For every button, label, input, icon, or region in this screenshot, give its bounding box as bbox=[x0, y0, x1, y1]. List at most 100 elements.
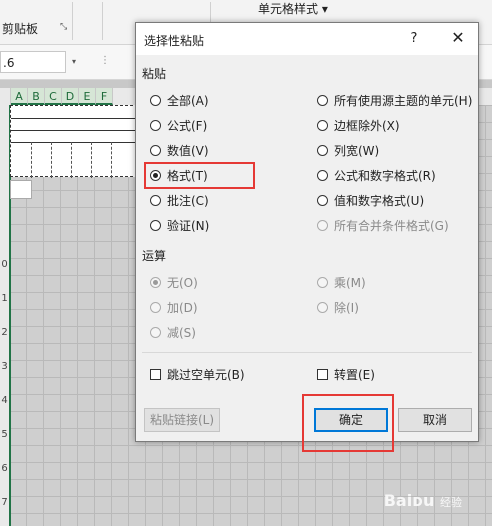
paste-all-source-theme-radio[interactable]: 所有使用源主题的单元(H) bbox=[317, 91, 472, 109]
ribbon-separator bbox=[72, 2, 73, 40]
radio-label: 值和数字格式(U) bbox=[334, 193, 425, 208]
watermark: Baiᴅu 经验 bbox=[384, 491, 462, 510]
table-rule bbox=[11, 130, 137, 131]
radio-indicator bbox=[317, 144, 328, 156]
paste-column-widths-radio[interactable]: 列宽(W) bbox=[317, 141, 379, 159]
column-header-d[interactable]: D bbox=[62, 88, 79, 105]
radio-label: 边框除外(X) bbox=[334, 118, 400, 133]
cell-style-button[interactable]: 单元格样式 ▾ bbox=[258, 0, 328, 17]
row-number[interactable]: 5 bbox=[0, 429, 9, 440]
table-col-rule bbox=[51, 142, 53, 178]
radio-indicator bbox=[317, 169, 328, 181]
row-number[interactable]: 1 bbox=[0, 293, 9, 304]
column-header-a[interactable]: A bbox=[11, 88, 28, 105]
paste-special-dialog: 选择性粘贴 ? ✕ 粘贴 全部(A) 公式(F) 数值(V) 格式(T) 批注(… bbox=[135, 22, 479, 442]
radio-label: 批注(C) bbox=[167, 193, 209, 208]
paste-validation-radio[interactable]: 验证(N) bbox=[150, 216, 209, 234]
radio-indicator bbox=[317, 301, 328, 313]
paste-all-except-borders-radio[interactable]: 边框除外(X) bbox=[317, 116, 400, 134]
radio-label: 减(S) bbox=[167, 325, 196, 340]
row-number[interactable]: 4 bbox=[0, 395, 9, 406]
paste-merge-conditional-formats-radio: 所有合并条件格式(G) bbox=[317, 216, 449, 234]
radio-indicator bbox=[150, 219, 161, 231]
ok-button[interactable]: 确定 bbox=[314, 408, 388, 432]
cancel-button[interactable]: 取消 bbox=[398, 408, 472, 432]
clipboard-launcher-icon[interactable]: ⤡ bbox=[60, 22, 67, 32]
radio-label: 全部(A) bbox=[167, 93, 209, 108]
column-header-f[interactable]: F bbox=[96, 88, 113, 105]
name-box-dropdown-icon[interactable]: ▾ bbox=[72, 57, 76, 66]
radio-indicator bbox=[150, 94, 161, 106]
checkbox-indicator bbox=[317, 368, 328, 380]
radio-label: 乘(M) bbox=[334, 275, 366, 290]
row-number[interactable]: 2 bbox=[0, 327, 9, 338]
operation-group-title: 运算 bbox=[142, 249, 167, 263]
radio-label: 数值(V) bbox=[167, 143, 209, 158]
row-number[interactable]: 7 bbox=[0, 497, 9, 508]
paste-comments-radio[interactable]: 批注(C) bbox=[150, 191, 209, 209]
active-cell[interactable] bbox=[10, 180, 32, 199]
paste-all-radio[interactable]: 全部(A) bbox=[150, 91, 209, 109]
table-col-rule bbox=[91, 142, 93, 178]
radio-label: 验证(N) bbox=[167, 218, 210, 233]
transpose-checkbox[interactable]: 转置(E) bbox=[317, 365, 375, 383]
radio-indicator bbox=[317, 194, 328, 206]
watermark-logo: Baiᴅu bbox=[383, 491, 435, 510]
radio-indicator bbox=[150, 119, 161, 131]
paste-formats-radio[interactable]: 格式(T) bbox=[150, 166, 208, 184]
paste-formulas-number-formats-radio[interactable]: 公式和数字格式(R) bbox=[317, 166, 436, 184]
clipboard-group-label: 剪贴板 bbox=[2, 22, 39, 36]
operation-subtract-radio: 减(S) bbox=[150, 323, 196, 341]
paste-formulas-radio[interactable]: 公式(F) bbox=[150, 116, 207, 134]
column-header-e[interactable]: E bbox=[79, 88, 96, 105]
radio-indicator bbox=[150, 144, 161, 156]
operation-none-radio: 无(O) bbox=[150, 273, 198, 291]
checkbox-label: 跳过空单元(B) bbox=[167, 367, 245, 382]
checkbox-indicator bbox=[150, 368, 161, 380]
skip-blanks-checkbox[interactable]: 跳过空单元(B) bbox=[150, 365, 245, 383]
radio-indicator bbox=[150, 326, 161, 338]
name-box[interactable]: .6 bbox=[0, 51, 66, 73]
paste-values-radio[interactable]: 数值(V) bbox=[150, 141, 209, 159]
help-button[interactable]: ? bbox=[404, 29, 424, 49]
checkbox-label: 转置(E) bbox=[334, 367, 375, 382]
radio-indicator bbox=[317, 276, 328, 288]
operation-add-radio: 加(D) bbox=[150, 298, 198, 316]
row-number[interactable]: 6 bbox=[0, 463, 9, 474]
radio-label: 所有合并条件格式(G) bbox=[334, 218, 449, 233]
copied-range bbox=[10, 105, 138, 178]
table-col-rule bbox=[31, 142, 33, 178]
column-header-b[interactable]: B bbox=[28, 88, 45, 105]
operation-divide-radio: 除(I) bbox=[317, 298, 359, 316]
radio-indicator bbox=[317, 219, 328, 231]
paste-link-button: 粘贴链接(L) bbox=[144, 408, 220, 432]
ribbon-separator bbox=[102, 2, 103, 40]
radio-label: 格式(T) bbox=[167, 168, 208, 183]
dialog-titlebar[interactable]: 选择性粘贴 ? ✕ bbox=[136, 23, 478, 55]
table-col-rule bbox=[111, 142, 113, 178]
radio-label: 加(D) bbox=[167, 300, 198, 315]
radio-label: 所有使用源主题的单元(H) bbox=[334, 93, 473, 108]
table-rule bbox=[11, 142, 137, 143]
radio-indicator bbox=[150, 301, 161, 313]
radio-label: 公式(F) bbox=[167, 118, 208, 133]
formula-bar-grip-icon: ⋮ bbox=[100, 55, 110, 66]
radio-label: 列宽(W) bbox=[334, 143, 380, 158]
radio-indicator-checked bbox=[150, 169, 161, 181]
row-headers: 0 1 2 3 4 5 6 7 bbox=[0, 105, 9, 526]
radio-indicator bbox=[317, 94, 328, 106]
radio-label: 无(O) bbox=[167, 275, 198, 290]
table-rule bbox=[11, 118, 137, 119]
operation-multiply-radio: 乘(M) bbox=[317, 273, 366, 291]
radio-indicator-checked bbox=[150, 276, 161, 288]
column-header-c[interactable]: C bbox=[45, 88, 62, 105]
row-number[interactable]: 0 bbox=[0, 259, 9, 270]
paste-values-number-formats-radio[interactable]: 值和数字格式(U) bbox=[317, 191, 424, 209]
radio-indicator bbox=[150, 194, 161, 206]
close-icon[interactable]: ✕ bbox=[448, 28, 468, 48]
radio-label: 公式和数字格式(R) bbox=[334, 168, 436, 183]
paste-group-title: 粘贴 bbox=[142, 67, 167, 81]
radio-indicator bbox=[317, 119, 328, 131]
watermark-sub: 经验 bbox=[440, 496, 462, 509]
row-number[interactable]: 3 bbox=[0, 361, 9, 372]
